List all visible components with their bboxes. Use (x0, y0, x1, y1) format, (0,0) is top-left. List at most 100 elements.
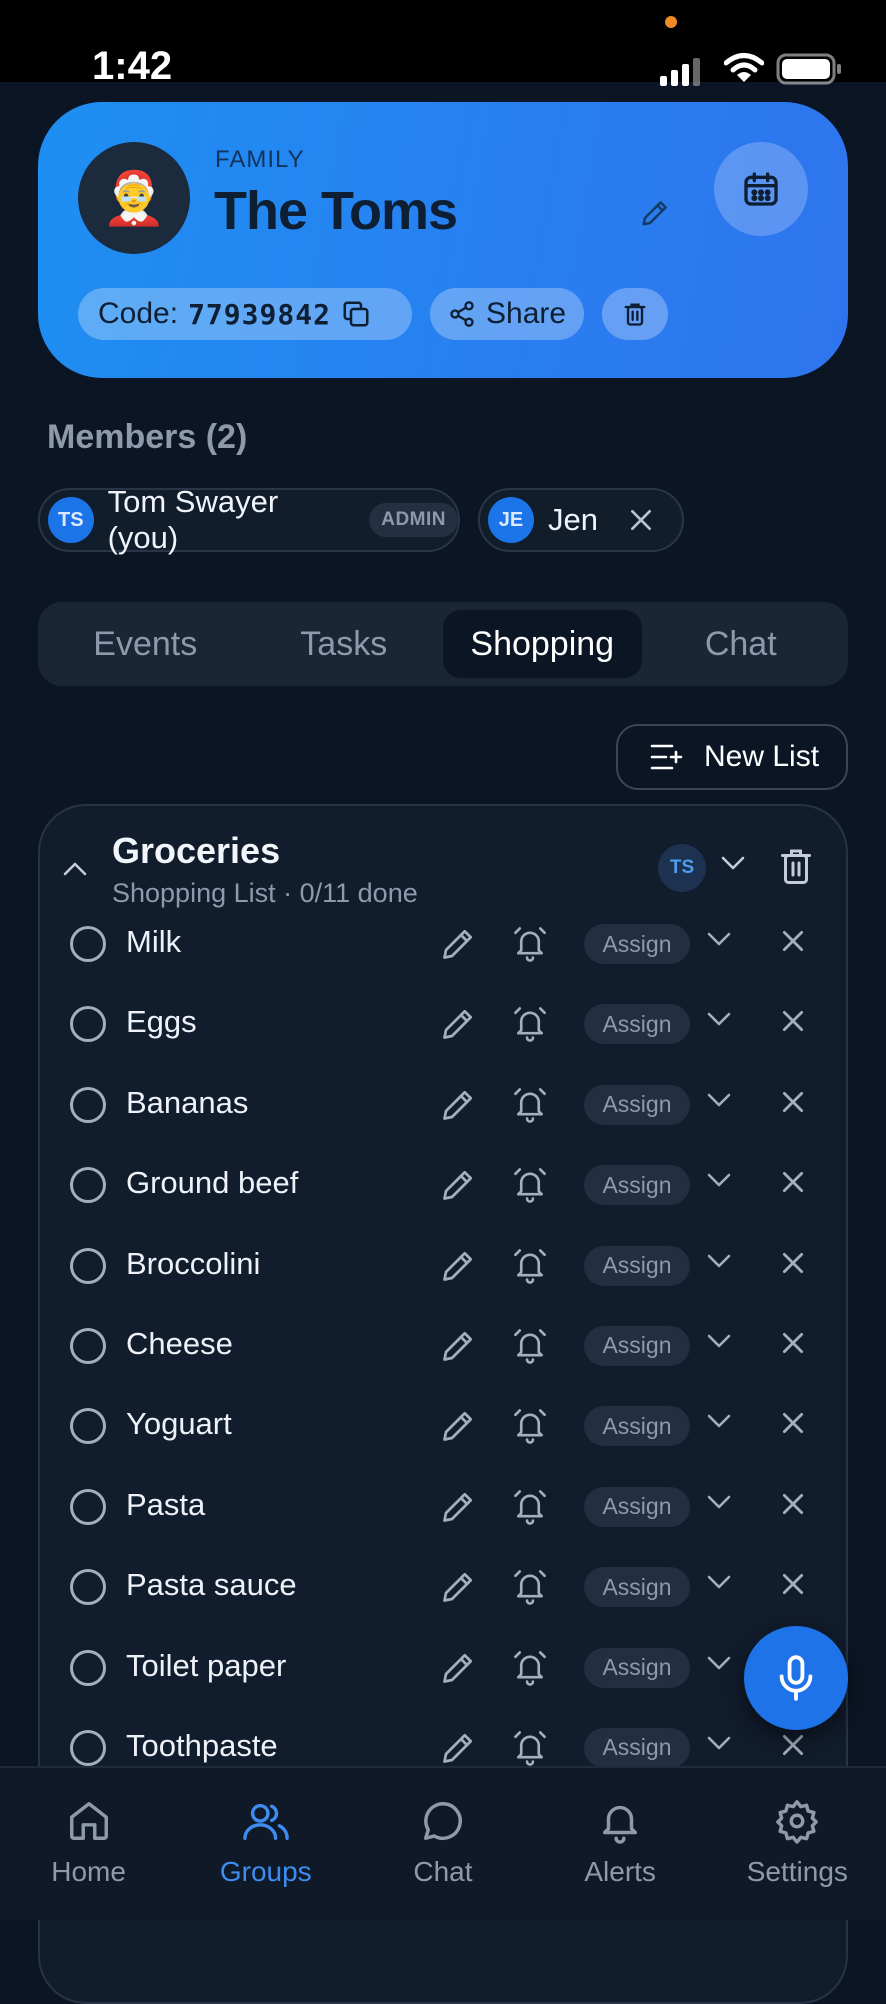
remove-item-close-icon[interactable] (780, 1169, 806, 1195)
list-item[interactable]: Pasta sauce Assign (40, 1547, 846, 1627)
remove-member-close-icon[interactable] (628, 507, 654, 533)
item-checkbox[interactable] (70, 926, 106, 962)
list-item[interactable]: Pasta Assign (40, 1467, 846, 1547)
assign-button[interactable]: Assign (584, 1004, 690, 1045)
remove-item-close-icon[interactable] (780, 1571, 806, 1597)
nav-home[interactable]: Home (0, 1768, 177, 1920)
reminder-alarm-icon[interactable] (512, 1085, 548, 1123)
chevron-down-icon[interactable] (706, 930, 732, 948)
voice-input-button[interactable] (744, 1626, 848, 1730)
nav-settings[interactable]: Settings (709, 1768, 886, 1920)
chevron-down-icon[interactable] (706, 1332, 732, 1350)
remove-item-close-icon[interactable] (780, 1089, 806, 1115)
assign-button[interactable]: Assign (584, 1727, 690, 1768)
item-checkbox[interactable] (70, 1488, 106, 1525)
chevron-down-icon[interactable] (706, 1091, 732, 1109)
reminder-alarm-icon[interactable] (512, 1004, 548, 1043)
chevron-down-icon[interactable] (706, 1654, 732, 1672)
edit-pencil-icon[interactable] (440, 1167, 476, 1203)
edit-pencil-icon[interactable] (440, 1650, 476, 1686)
tab-shopping[interactable]: Shopping (443, 610, 642, 678)
chevron-down-icon[interactable] (706, 1010, 732, 1028)
edit-pencil-icon[interactable] (440, 1569, 476, 1605)
edit-pencil-icon[interactable] (440, 1248, 476, 1284)
nav-groups[interactable]: Groups (177, 1768, 354, 1920)
edit-pencil-icon[interactable] (440, 1006, 476, 1042)
item-checkbox[interactable] (70, 1086, 106, 1123)
edit-pencil-icon[interactable] (440, 926, 476, 962)
reminder-alarm-icon[interactable] (512, 1246, 548, 1284)
list-item[interactable]: Yoguart Assign (40, 1386, 846, 1466)
item-checkbox[interactable] (70, 1006, 106, 1043)
edit-name-pencil-icon[interactable] (640, 198, 670, 228)
item-checkbox[interactable] (70, 1247, 106, 1284)
remove-item-close-icon[interactable] (780, 1732, 806, 1758)
member-chip-jen[interactable]: JE Jen (478, 488, 684, 552)
list-item[interactable]: Toilet paper Assign (40, 1628, 846, 1708)
remove-item-close-icon[interactable] (780, 1008, 806, 1034)
chevron-down-icon[interactable] (720, 854, 746, 872)
list-item[interactable]: Ground beef Assign (40, 1145, 846, 1225)
list-item[interactable]: Cheese Assign (40, 1306, 846, 1386)
remove-item-close-icon[interactable] (780, 928, 806, 954)
item-checkbox[interactable] (70, 1569, 106, 1606)
chevron-down-icon[interactable] (706, 1734, 732, 1752)
reminder-alarm-icon[interactable] (512, 1728, 548, 1766)
tab-tasks[interactable]: Tasks (245, 610, 444, 678)
list-item[interactable]: Broccolini Assign (40, 1226, 846, 1306)
list-assignee-avatar[interactable]: TS (658, 844, 706, 892)
remove-item-close-icon[interactable] (780, 1491, 806, 1517)
reminder-alarm-icon[interactable] (512, 1648, 548, 1686)
list-item[interactable]: Eggs Assign (40, 984, 846, 1064)
reminder-alarm-icon[interactable] (512, 924, 548, 962)
share-button[interactable]: Share (430, 288, 584, 340)
edit-pencil-icon[interactable] (440, 1489, 476, 1525)
list-item[interactable]: Bananas Assign (40, 1065, 846, 1145)
remove-item-close-icon[interactable] (780, 1330, 806, 1356)
reminder-alarm-icon[interactable] (512, 1165, 548, 1203)
reminder-alarm-icon[interactable] (512, 1487, 548, 1525)
invite-code-chip[interactable]: Code: 77939842 (78, 288, 412, 340)
edit-pencil-icon[interactable] (440, 1730, 476, 1766)
delete-group-button[interactable] (602, 288, 668, 340)
assign-button[interactable]: Assign (584, 924, 690, 964)
chevron-down-icon[interactable] (706, 1493, 732, 1511)
assign-button[interactable]: Assign (584, 1325, 690, 1366)
item-checkbox[interactable] (70, 1729, 106, 1766)
assign-button[interactable]: Assign (584, 1406, 690, 1447)
assign-button[interactable]: Assign (584, 1567, 690, 1608)
member-chip-tom[interactable]: TS Tom Swayer (you) ADMIN (38, 484, 460, 555)
list-item[interactable]: Milk Assign (40, 904, 846, 984)
assign-button[interactable]: Assign (584, 1245, 690, 1286)
assign-button[interactable]: Assign (584, 1165, 690, 1206)
chevron-down-icon[interactable] (706, 1412, 732, 1430)
chevron-down-icon[interactable] (706, 1252, 732, 1270)
item-checkbox[interactable] (70, 1408, 106, 1445)
tab-events[interactable]: Events (46, 610, 245, 678)
copy-icon[interactable] (341, 299, 371, 329)
reminder-alarm-icon[interactable] (512, 1567, 548, 1605)
chevron-down-icon[interactable] (706, 1171, 732, 1189)
edit-pencil-icon[interactable] (440, 1087, 476, 1123)
new-list-button[interactable]: New List (616, 724, 848, 790)
remove-item-close-icon[interactable] (780, 1410, 806, 1436)
remove-item-close-icon[interactable] (780, 1250, 806, 1276)
chevron-up-icon[interactable] (62, 860, 88, 878)
item-checkbox[interactable] (70, 1167, 106, 1204)
nav-alerts[interactable]: Alerts (532, 1768, 709, 1920)
delete-list-trash-icon[interactable] (778, 846, 814, 886)
edit-pencil-icon[interactable] (440, 1408, 476, 1444)
item-checkbox[interactable] (70, 1327, 106, 1364)
tab-chat[interactable]: Chat (642, 610, 841, 678)
calendar-button[interactable] (714, 142, 808, 236)
item-checkbox[interactable] (70, 1649, 106, 1686)
reminder-alarm-icon[interactable] (512, 1326, 548, 1364)
group-avatar[interactable]: 🤶 (78, 142, 190, 254)
assign-button[interactable]: Assign (584, 1084, 690, 1125)
assign-button[interactable]: Assign (584, 1486, 690, 1527)
chevron-down-icon[interactable] (706, 1573, 732, 1591)
assign-button[interactable]: Assign (584, 1647, 690, 1688)
reminder-alarm-icon[interactable] (512, 1406, 548, 1445)
nav-chat[interactable]: Chat (354, 1768, 531, 1920)
edit-pencil-icon[interactable] (440, 1328, 476, 1364)
